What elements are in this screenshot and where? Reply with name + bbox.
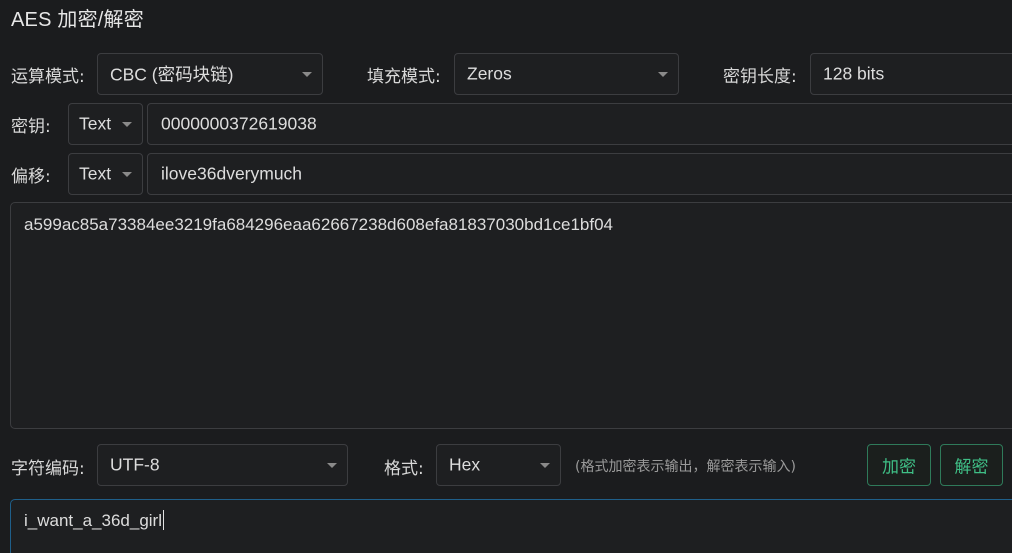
- charset-select[interactable]: UTF-8: [97, 444, 348, 486]
- chevron-down-icon: [540, 463, 550, 468]
- encrypt-button[interactable]: 加密: [867, 444, 931, 486]
- decrypt-button[interactable]: 解密: [940, 444, 1003, 486]
- padding-select[interactable]: Zeros: [454, 53, 679, 95]
- chevron-down-icon: [122, 122, 132, 127]
- chevron-down-icon: [302, 72, 312, 77]
- key-length-label: 密钥长度:: [723, 67, 797, 87]
- chevron-down-icon: [122, 172, 132, 177]
- iv-input[interactable]: ilove36dverymuch: [147, 153, 1012, 195]
- chevron-down-icon: [658, 72, 668, 77]
- charset-label: 字符编码:: [11, 459, 85, 479]
- key-length-select-value: 128 bits: [823, 63, 885, 84]
- encrypt-button-label: 加密: [882, 457, 916, 478]
- input-textarea-value: a599ac85a73384ee3219fa684296eaa62667238d…: [24, 215, 613, 234]
- aes-tool-page: AES 加密/解密 运算模式: CBC (密码块链) 填充模式: Zeros 密…: [0, 0, 1012, 553]
- output-format-hint: (格式加密表示输出，解密表示输入): [575, 459, 796, 475]
- key-input[interactable]: 0000000372619038: [147, 103, 1012, 145]
- padding-select-value: Zeros: [467, 63, 512, 84]
- page-title: AES 加密/解密: [11, 9, 144, 31]
- input-textarea[interactable]: a599ac85a73384ee3219fa684296eaa62667238d…: [10, 202, 1012, 429]
- key-length-select[interactable]: 128 bits: [810, 53, 1012, 95]
- iv-label: 偏移:: [11, 167, 51, 187]
- output-format-label: 格式:: [384, 459, 424, 479]
- chevron-down-icon: [327, 463, 337, 468]
- iv-input-value: ilove36dverymuch: [161, 163, 303, 184]
- iv-format-value: Text: [79, 163, 112, 184]
- padding-label: 填充模式:: [367, 67, 441, 87]
- output-format-select[interactable]: Hex: [436, 444, 561, 486]
- key-input-value: 0000000372619038: [161, 113, 317, 134]
- charset-select-value: UTF-8: [110, 454, 160, 475]
- decrypt-button-label: 解密: [954, 457, 989, 478]
- output-textarea-content: i_want_a_36d_girl: [24, 510, 164, 531]
- iv-format-select[interactable]: Text: [68, 153, 143, 195]
- key-label: 密钥:: [11, 117, 51, 137]
- output-textarea[interactable]: i_want_a_36d_girl: [10, 499, 1012, 553]
- key-format-value: Text: [79, 113, 112, 134]
- mode-label: 运算模式:: [11, 67, 85, 87]
- output-textarea-value: i_want_a_36d_girl: [24, 511, 162, 530]
- text-cursor: [163, 510, 164, 530]
- mode-select-value: CBC (密码块链): [110, 64, 234, 85]
- output-format-value: Hex: [449, 454, 481, 475]
- key-format-select[interactable]: Text: [68, 103, 143, 145]
- mode-select[interactable]: CBC (密码块链): [97, 53, 323, 95]
